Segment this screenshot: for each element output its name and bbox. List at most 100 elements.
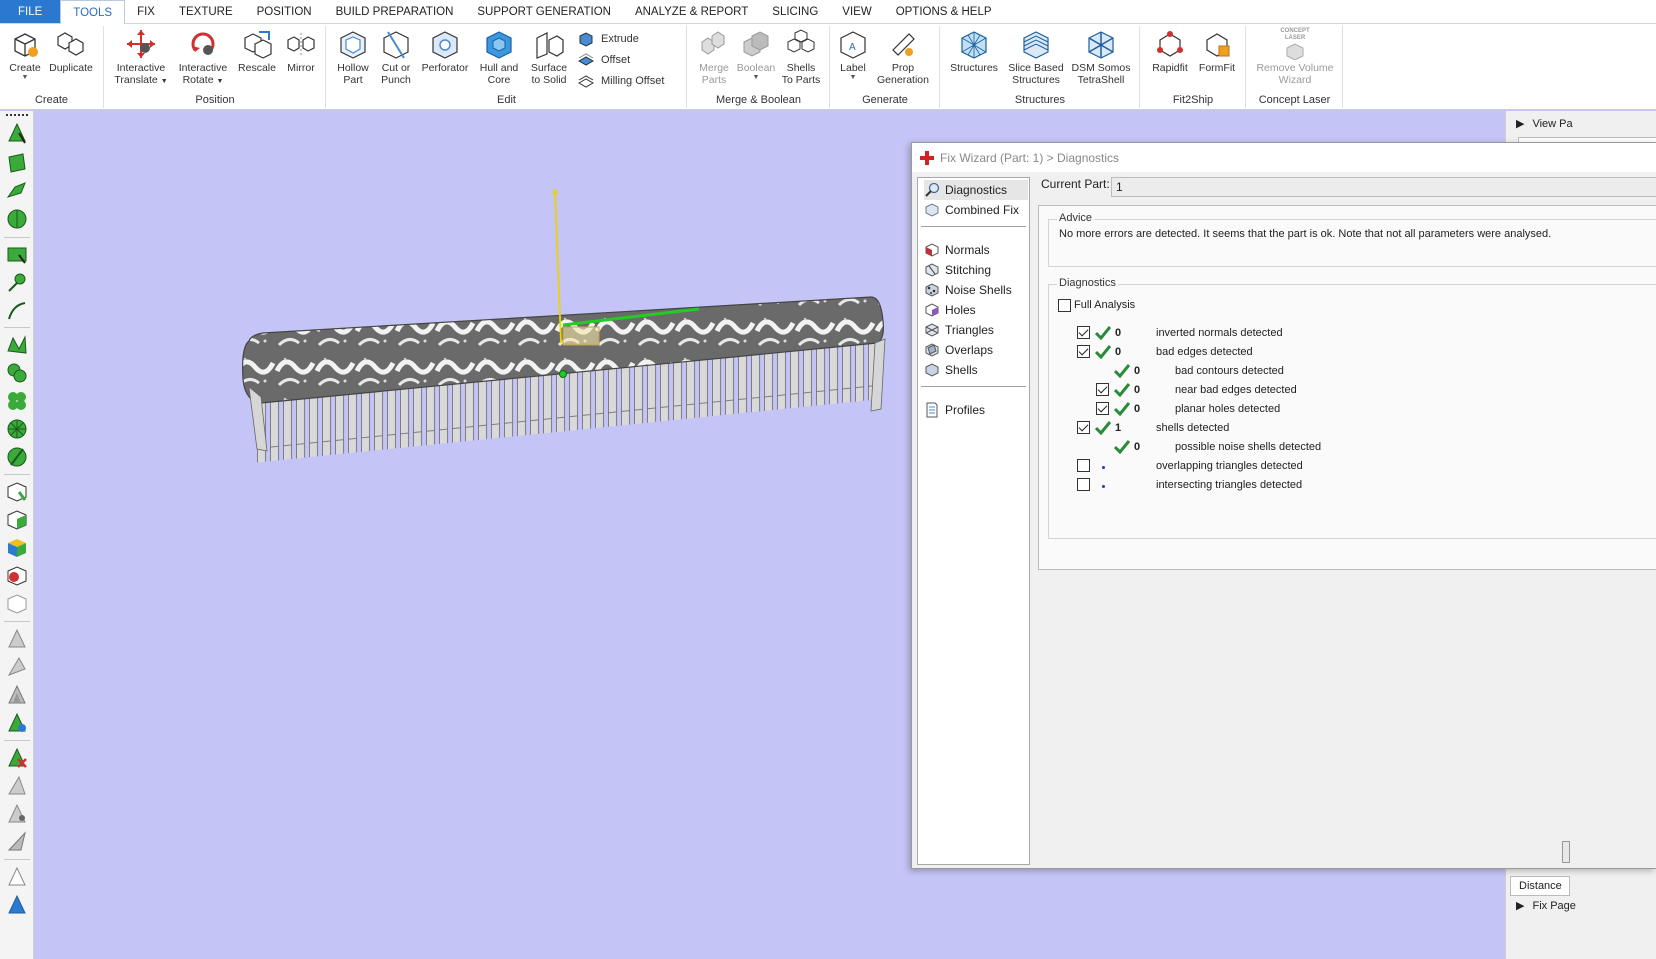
part-outline-cube-icon (7, 594, 27, 614)
rescale-button[interactable]: Rescale (235, 28, 279, 74)
distance-tab[interactable]: Distance (1510, 876, 1570, 896)
full-analysis-checkbox[interactable] (1058, 299, 1071, 312)
menu-options-help[interactable]: OPTIONS & HELP (884, 0, 1004, 23)
toolbar-grip[interactable] (6, 114, 28, 116)
boolean-button[interactable]: Boolean ▼ (734, 28, 778, 82)
group-generate: A Label ▼ Prop Generation Generate (831, 26, 940, 108)
nav-item-shells[interactable]: Shells (924, 360, 1028, 380)
polyline-select-tool[interactable] (5, 299, 29, 323)
nav-item-noise-shells[interactable]: Noise Shells (924, 280, 1028, 300)
structures-button[interactable]: Structures (947, 28, 1001, 74)
select-sphere-tool[interactable] (5, 207, 29, 231)
invert-marking-tool[interactable] (5, 711, 29, 735)
part-invert-tool[interactable] (5, 564, 29, 588)
menu-fix[interactable]: FIX (125, 0, 167, 23)
nav-item-stitching[interactable]: Stitching (924, 260, 1028, 280)
pivot-point[interactable] (559, 370, 567, 378)
remove-volume-wizard-button[interactable]: CONCEPT LASER Remove Volume Wizard (1251, 28, 1339, 86)
mark-clover-tool[interactable] (5, 389, 29, 413)
part-green-tool[interactable] (5, 508, 29, 532)
nav-item-profiles[interactable]: Profiles (924, 400, 1028, 420)
mark-wheel-tool[interactable] (5, 417, 29, 441)
grey-triangle-tool-3[interactable] (5, 830, 29, 854)
surface-to-solid-button[interactable]: Surface to Solid (525, 28, 573, 86)
menu-support-generation[interactable]: SUPPORT GENERATION (465, 0, 623, 23)
unmark-triangle-tool[interactable] (5, 627, 29, 651)
menu-build-preparation[interactable]: BUILD PREPARATION (324, 0, 466, 23)
intersecting-triangles-checkbox[interactable] (1077, 478, 1090, 491)
mirror-button[interactable]: Mirror (281, 28, 321, 74)
inverted-normals-checkbox[interactable] (1077, 326, 1090, 339)
grey-triangle-tool-2[interactable] (5, 802, 29, 826)
menu-analyze-report[interactable]: ANALYZE & REPORT (623, 0, 760, 23)
interactive-translate-button[interactable]: Interactive Translate ▼ (111, 28, 171, 88)
mark-fan-tool[interactable] (5, 445, 29, 469)
bad-edges-checkbox[interactable] (1077, 345, 1090, 358)
part-invert-cube-icon (7, 566, 27, 586)
rapidfit-button[interactable]: Rapidfit (1147, 28, 1193, 74)
dsm-somos-tetrashell-button[interactable]: DSM Somos TetraShell (1069, 28, 1133, 86)
menu-texture[interactable]: TEXTURE (167, 0, 245, 23)
select-triangle-tool[interactable] (5, 121, 29, 145)
fix-page-header[interactable]: ▶ Fix Page (1516, 899, 1576, 913)
menu-tools[interactable]: TOOLS (60, 0, 126, 25)
colored-triangle-tool[interactable] (5, 893, 29, 917)
unmark-surface-tool[interactable] (5, 655, 29, 679)
structures-label: Structures (950, 62, 998, 74)
near-bad-edges-checkbox[interactable] (1096, 383, 1109, 396)
noise-shells-count: 0 (1134, 441, 1141, 453)
hollow-part-button[interactable]: Hollow Part (331, 28, 375, 86)
menu-file[interactable]: FILE (0, 0, 61, 23)
grey-triangle-tool-1[interactable] (5, 774, 29, 798)
extrude-button[interactable]: Extrude (577, 30, 639, 48)
label-button[interactable]: A Label ▼ (835, 28, 871, 82)
fix-wizard-title-bar[interactable]: Fix Wizard (Part: 1) > Diagnostics (912, 143, 1656, 172)
mark-shell-tool[interactable] (5, 361, 29, 385)
label-icon: A (840, 31, 866, 59)
interactive-rotate-button[interactable]: Interactive Rotate ▼ (175, 28, 231, 88)
prop-generation-button[interactable]: Prop Generation (873, 28, 933, 86)
offset-button[interactable]: Offset (577, 51, 630, 69)
menu-view[interactable]: VIEW (830, 0, 883, 23)
overlapping-triangles-checkbox[interactable] (1077, 459, 1090, 472)
shells-to-parts-button[interactable]: Shells To Parts (778, 28, 824, 86)
formfit-button[interactable]: FormFit (1193, 28, 1241, 74)
part-select-tool[interactable] (5, 480, 29, 504)
apply-button-edge[interactable] (1562, 841, 1570, 863)
shells-checkbox[interactable] (1077, 421, 1090, 434)
diagnostics-legend: Diagnostics (1057, 277, 1118, 289)
slice-based-structures-button[interactable]: Slice Based Structures (1005, 28, 1067, 86)
nav-item-combined-fix[interactable]: Combined Fix (924, 200, 1028, 220)
cut-or-punch-button[interactable]: Cut or Punch (375, 28, 417, 86)
view-pane-header[interactable]: ▶ View Pa (1516, 117, 1573, 131)
mark-plane-tool[interactable] (5, 333, 29, 357)
box-select-tool[interactable] (5, 243, 29, 267)
unmark-shell-tool[interactable] (5, 683, 29, 707)
menu-position[interactable]: POSITION (245, 0, 324, 23)
perforator-button[interactable]: Perforator (417, 28, 473, 74)
select-shell-tool[interactable] (5, 179, 29, 203)
duplicate-button[interactable]: Duplicate (46, 28, 96, 74)
milling-offset-button[interactable]: Milling Offset (577, 72, 664, 90)
merge-parts-button[interactable]: Merge Parts (692, 28, 736, 86)
current-part-field[interactable]: 1 (1111, 177, 1656, 197)
part-outline-tool[interactable] (5, 592, 29, 616)
nav-item-triangles[interactable]: Triangles (924, 320, 1028, 340)
group-label-structures: Structures (1014, 94, 1066, 106)
hull-and-core-button[interactable]: Hull and Core (475, 28, 523, 86)
planar-holes-checkbox[interactable] (1096, 402, 1109, 415)
create-button[interactable]: Create ▼ (6, 28, 44, 82)
unmark-triangle-icon (8, 628, 26, 648)
outline-triangle-tool[interactable] (5, 865, 29, 889)
nav-item-diagnostics[interactable]: Diagnostics (924, 180, 1028, 200)
select-surface-tool[interactable] (5, 151, 29, 175)
nav-item-holes[interactable]: Holes (924, 300, 1028, 320)
part-color-tool[interactable] (5, 536, 29, 560)
nav-item-overlaps[interactable]: Overlaps (924, 340, 1028, 360)
menu-slicing[interactable]: SLICING (760, 0, 830, 23)
duplicate-icon (57, 32, 84, 56)
delete-marked-tool[interactable] (5, 746, 29, 770)
holes-cube-icon (925, 303, 939, 317)
lasso-select-tool[interactable] (5, 271, 29, 295)
nav-item-normals[interactable]: Normals (924, 240, 1028, 260)
